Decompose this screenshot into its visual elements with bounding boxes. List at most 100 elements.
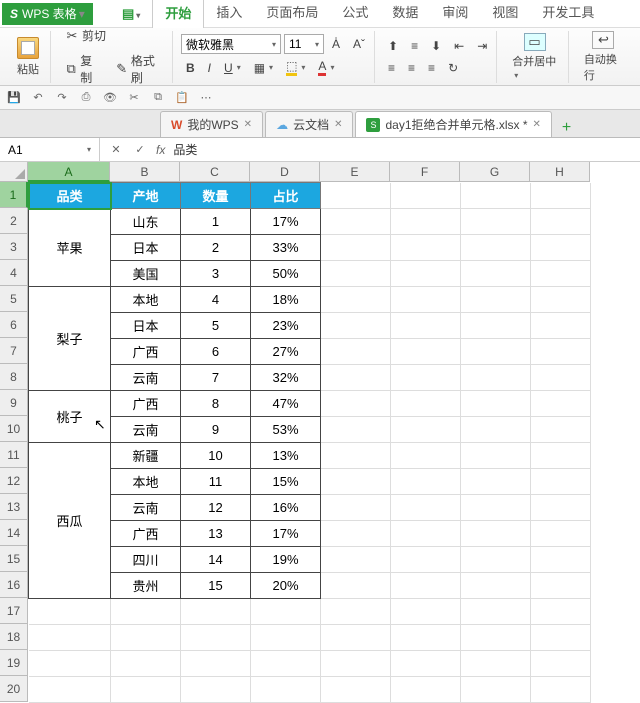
increase-font-button[interactable]: A̍ [327,34,345,54]
merge-center-button[interactable]: ▭ 合并居中▾ [505,30,564,84]
cell[interactable] [461,443,531,469]
cell[interactable] [391,547,461,573]
cell[interactable] [461,209,531,235]
row-header-5[interactable]: 5 [0,286,28,312]
data-cell[interactable]: 本地 [111,469,181,495]
col-header-C[interactable]: C [180,162,250,182]
align-top-button[interactable]: ⬆ [383,36,403,56]
data-cell[interactable]: 27% [251,339,321,365]
data-cell[interactable]: 广西 [111,521,181,547]
cell[interactable] [391,469,461,495]
header-cell[interactable]: 占比 [251,183,321,209]
data-cell[interactable]: 11 [181,469,251,495]
data-cell[interactable]: 17% [251,521,321,547]
data-cell[interactable]: 13% [251,443,321,469]
font-size-select[interactable]: 11▾ [284,34,324,54]
cell[interactable] [531,313,591,339]
menu-tab-0[interactable]: 开始 [152,0,204,28]
cell[interactable] [531,651,591,677]
row-header-2[interactable]: 2 [0,208,28,234]
decrease-font-button[interactable]: Aˇ [348,34,370,54]
row-header-15[interactable]: 15 [0,546,28,572]
cell[interactable] [461,365,531,391]
menu-tab-4[interactable]: 数据 [380,0,430,28]
row-header-10[interactable]: 10 [0,416,28,442]
menu-tab-2[interactable]: 页面布局 [254,0,330,28]
cell[interactable] [461,573,531,599]
cell[interactable] [321,209,391,235]
cell[interactable] [531,339,591,365]
print-icon[interactable]: ⎙ [78,90,94,106]
cell[interactable] [321,391,391,417]
cell[interactable] [321,495,391,521]
cell[interactable] [391,521,461,547]
data-cell[interactable]: 9 [181,417,251,443]
undo-icon[interactable]: ↶ [30,90,46,106]
data-cell[interactable]: 4 [181,287,251,313]
cell[interactable] [181,651,251,677]
row-header-3[interactable]: 3 [0,234,28,260]
redo-icon[interactable]: ↷ [54,90,70,106]
row-header-1[interactable]: 1 [0,182,28,208]
data-cell[interactable]: 2 [181,235,251,261]
cell[interactable] [391,495,461,521]
cell[interactable] [181,625,251,651]
cell[interactable] [461,521,531,547]
cell[interactable] [531,365,591,391]
col-header-H[interactable]: H [530,162,590,182]
row-header-19[interactable]: 19 [0,650,28,676]
formula-input[interactable]: 品类 [173,141,197,158]
cell[interactable] [321,573,391,599]
data-cell[interactable]: 16% [251,495,321,521]
cell-grid[interactable]: 品类产地数量占比苹果山东117%日本233%美国350%梨子本地418%日本52… [28,182,591,703]
font-name-select[interactable]: 微软雅黑▾ [181,34,281,54]
cell[interactable] [461,183,531,209]
paste-button[interactable]: 粘贴 [10,34,46,80]
header-cell[interactable]: 品类 [29,183,111,209]
cell[interactable] [391,651,461,677]
data-cell[interactable]: 3 [181,261,251,287]
cell[interactable] [391,183,461,209]
data-cell[interactable]: 新疆 [111,443,181,469]
doc-tab-1[interactable]: ☁云文档✕ [265,111,353,137]
cell[interactable] [531,547,591,573]
data-cell[interactable]: 四川 [111,547,181,573]
header-cell[interactable]: 产地 [111,183,181,209]
col-header-E[interactable]: E [320,162,390,182]
font-color-button[interactable]: A▾ [313,56,339,79]
data-cell[interactable]: 6 [181,339,251,365]
cell[interactable] [461,235,531,261]
select-all-corner[interactable] [0,162,28,182]
data-cell[interactable]: 10 [181,443,251,469]
col-header-D[interactable]: D [250,162,320,182]
cell[interactable] [321,677,391,703]
cell[interactable] [461,651,531,677]
row-header-18[interactable]: 18 [0,624,28,650]
bold-button[interactable]: B [181,58,200,78]
border-button[interactable]: ▦▾ [249,58,278,78]
row-header-7[interactable]: 7 [0,338,28,364]
cell[interactable] [111,625,181,651]
cell[interactable] [181,677,251,703]
cell[interactable] [461,625,531,651]
cell[interactable] [531,677,591,703]
cell[interactable] [391,443,461,469]
cell[interactable] [321,287,391,313]
data-cell[interactable]: 32% [251,365,321,391]
data-cell[interactable]: 18% [251,287,321,313]
cell[interactable] [531,417,591,443]
copy-button[interactable]: ⧉复制 [59,49,107,89]
underline-button[interactable]: U▾ [219,58,246,78]
data-cell[interactable]: 日本 [111,235,181,261]
cell[interactable] [391,599,461,625]
cell[interactable] [531,235,591,261]
cell[interactable] [321,365,391,391]
close-icon[interactable]: ✕ [244,119,252,130]
col-header-G[interactable]: G [460,162,530,182]
category-cell[interactable]: 桃子 [29,391,111,443]
cell[interactable] [391,573,461,599]
data-cell[interactable]: 1 [181,209,251,235]
cell[interactable] [531,599,591,625]
fill-color-button[interactable]: ⬚▾ [281,56,310,79]
row-header-16[interactable]: 16 [0,572,28,598]
